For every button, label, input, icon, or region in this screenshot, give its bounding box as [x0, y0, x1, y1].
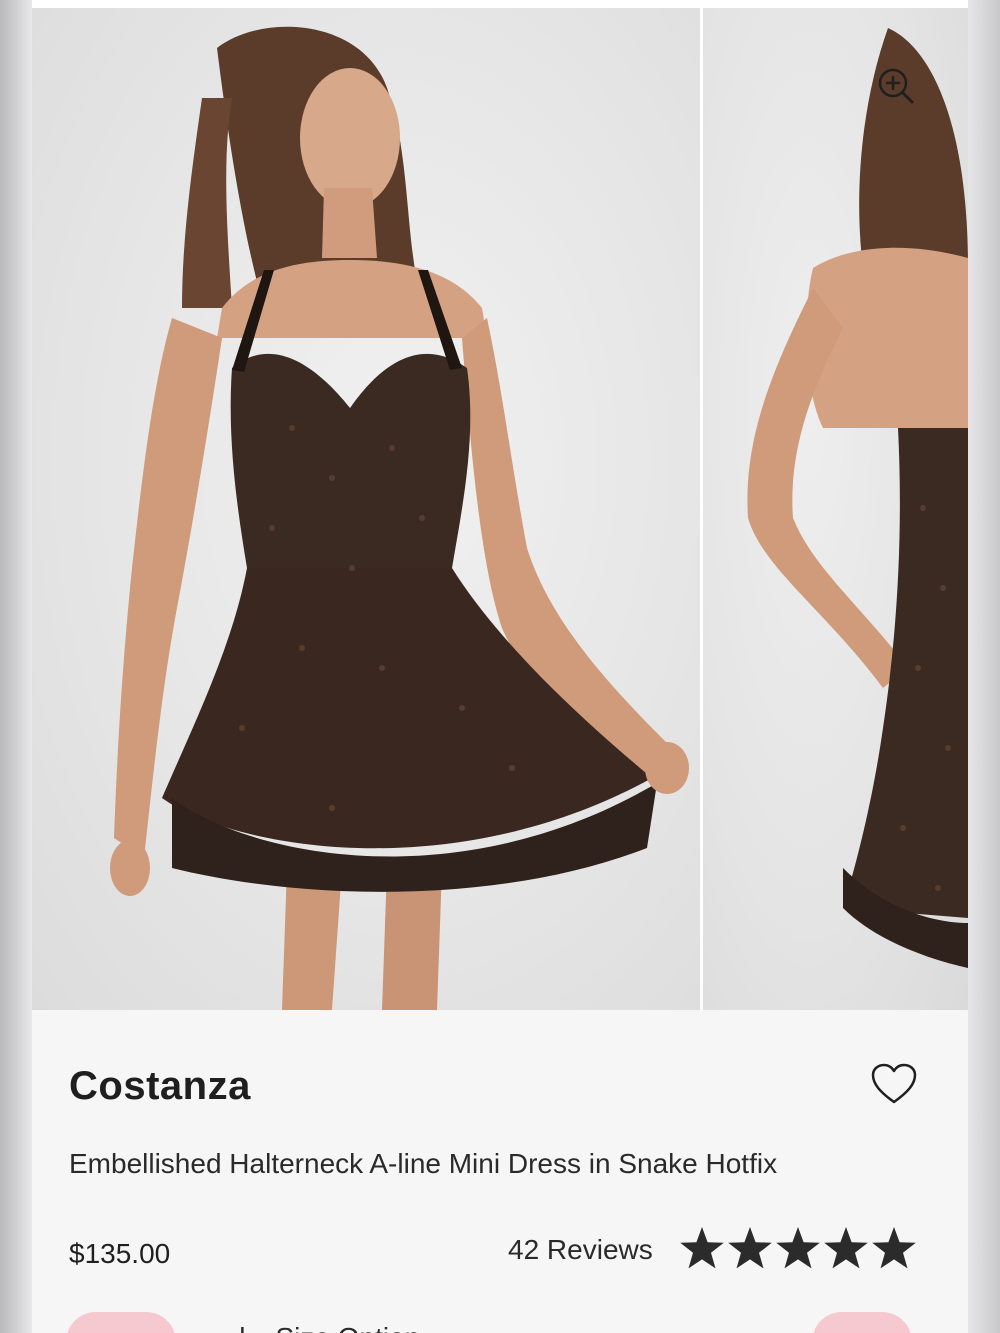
star-icon — [824, 1227, 868, 1269]
image-gallery[interactable] — [32, 8, 968, 1010]
floating-button-right[interactable] — [812, 1312, 912, 1333]
product-page: Costanza Embellished Halterneck A-line M… — [32, 0, 968, 1333]
product-info: Costanza Embellished Halterneck A-line M… — [32, 1010, 968, 1333]
product-name: Costanza — [69, 1064, 251, 1108]
heart-icon[interactable] — [870, 1062, 918, 1106]
floating-button-left[interactable] — [66, 1312, 176, 1333]
product-description: Embellished Halterneck A-line Mini Dress… — [69, 1148, 778, 1179]
reviews-link[interactable]: 42 Reviews — [508, 1232, 653, 1268]
top-divider — [32, 0, 968, 8]
zoom-in-icon[interactable] — [876, 66, 916, 106]
star-icon — [728, 1227, 772, 1269]
rating-stars[interactable] — [678, 1224, 918, 1272]
model-back-illustration — [747, 28, 968, 968]
star-icon — [872, 1227, 916, 1269]
star-icon — [776, 1227, 820, 1269]
size-options-link[interactable]: Size Option — [275, 1322, 420, 1333]
product-image-front[interactable] — [32, 8, 700, 1010]
product-image-back[interactable] — [703, 8, 968, 1010]
product-price: $135.00 — [69, 1238, 171, 1269]
star-icon — [680, 1227, 724, 1269]
cut-off-middle-text: l — [239, 1322, 245, 1333]
model-front-illustration — [110, 26, 689, 1010]
